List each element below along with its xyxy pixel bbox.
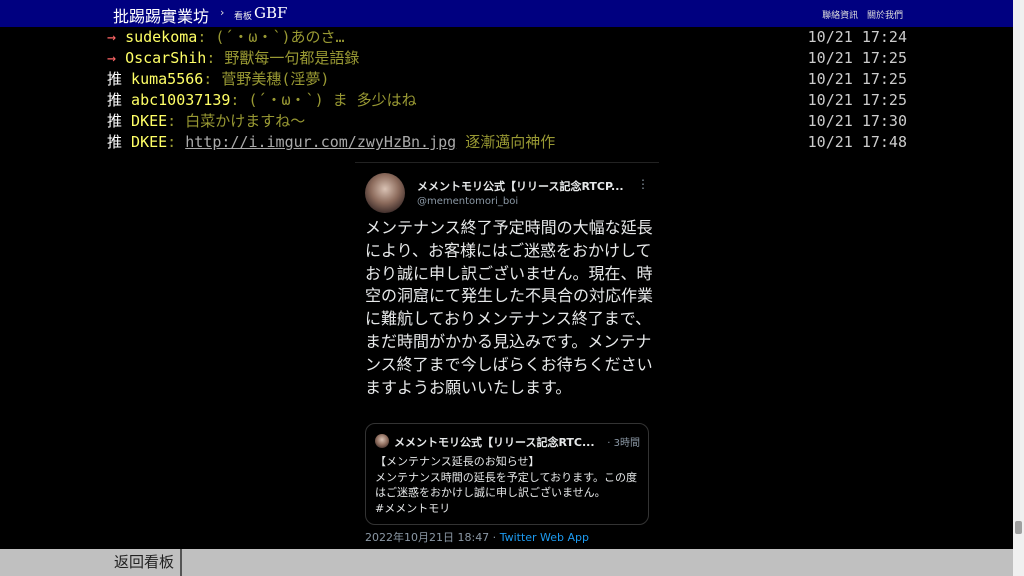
vertical-scrollbar[interactable] [1013,0,1024,576]
push-user: DKEE [131,112,168,130]
imgur-link[interactable]: http://i.imgur.com/zwyHzBn.jpg [185,133,456,151]
push-tag: → [107,49,117,67]
push-content: : 菅野美穗(淫夢) [203,70,330,88]
push-content: : 白菜かけますね～ [167,112,306,130]
breadcrumb-separator: › [220,6,225,19]
push-content: : 野獸每一句都是語錄 [206,49,360,67]
push-time: 10/21 17:25 [807,91,907,109]
push-line: 推 DKEE: http://i.imgur.com/zwyHzBn.jpg 逐… [107,132,907,152]
site-brand-link[interactable]: 批踢踢實業坊 [113,3,209,27]
quoted-author-name: メメントモリ公式【リリース記念RTC... [394,436,595,449]
push-content-suffix: 逐漸邁向神作 [456,133,556,151]
bottom-bar: 返回看板 [0,549,1013,576]
quoted-tweet[interactable]: メメントモリ公式【リリース記念RTC... · 3時間 【メンテナンス延長のお知… [365,423,649,525]
board-label: 看板 [234,12,253,22]
push-user: kuma5566 [131,70,204,88]
tweet-body: メンテナンス終了予定時間の大幅な延長により、お客様にはご迷惑をおかけしており誠に… [365,218,654,397]
quoted-tweet-time: · 3時間 [607,438,640,449]
push-tag: 推 [107,133,123,151]
tweet-author-name[interactable]: メメントモリ公式【リリース記念RTCP... [417,178,624,194]
push-line: 推 DKEE: 白菜かけますね～ 10/21 17:30 [107,111,907,131]
push-user: DKEE [131,133,168,151]
push-tag: 推 [107,112,123,130]
tweet-timestamp[interactable]: 2022年10月21日 18:47 · [365,531,500,544]
push-content: : (´・ω・`)あのさ… [197,28,345,46]
push-line: 推 abc10037139: (´・ω・`) ま 多少はね 10/21 17:2… [107,90,907,110]
contact-info-link[interactable]: 聯絡資訊 [822,11,858,21]
quoted-tweet-body: 【メンテナンス延長のお知らせ】 メンテナンス時間の延長を予定しております。この度… [375,455,638,515]
scrollbar-thumb[interactable] [1015,521,1022,534]
push-time: 10/21 17:25 [807,70,907,88]
top-links: 聯絡資訊 關於我們 [816,8,903,21]
push-content-prefix: : [167,133,186,151]
push-time: 10/21 17:25 [807,49,907,67]
more-options-icon[interactable]: ⋮ [637,177,649,191]
push-line: 推 kuma5566: 菅野美穗(淫夢) 10/21 17:25 [107,69,907,89]
push-user: OscarShih [125,49,207,67]
back-to-board-button[interactable]: 返回看板 [108,549,183,576]
tweet-source-app[interactable]: Twitter Web App [500,531,589,544]
push-user: sudekoma [125,28,198,46]
push-line: → sudekoma: (´・ω・`)あのさ… 10/21 17:24 [107,27,907,47]
push-tag: 推 [107,91,123,109]
push-tag: 推 [107,70,123,88]
embedded-tweet-card[interactable]: メメントモリ公式【リリース記念RTCP... @mementomori_boi … [355,162,659,549]
push-time: 10/21 17:24 [807,28,907,46]
tweet-author-avatar[interactable] [365,173,405,213]
push-line: → OscarShih: 野獸每一句都是語錄 10/21 17:25 [107,48,907,68]
push-tag: → [107,28,117,46]
about-us-link[interactable]: 關於我們 [867,11,903,21]
push-user: abc10037139 [131,91,231,109]
push-time: 10/21 17:48 [807,133,907,151]
quoted-author-avatar [375,434,389,448]
tweet-footer: 2022年10月21日 18:47 · Twitter Web App [365,529,589,545]
push-content: : (´・ω・`) ま 多少はね [230,91,417,109]
tweet-author-handle[interactable]: @mementomori_boi [417,196,518,207]
top-navigation-bar: 批踢踢實業坊 › 看板 GBF 聯絡資訊 關於我們 [0,0,1013,27]
push-content: : http://i.imgur.com/zwyHzBn.jpg 逐漸邁向神作 [167,133,555,151]
push-time: 10/21 17:30 [807,112,907,130]
board-name-link[interactable]: GBF [254,4,287,22]
